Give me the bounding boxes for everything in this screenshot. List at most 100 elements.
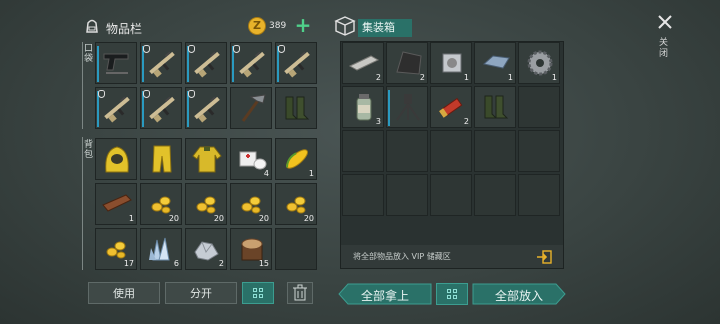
container-slot[interactable] xyxy=(474,86,516,128)
shield-icon xyxy=(188,90,195,98)
backpack-slot[interactable]: 20 xyxy=(275,183,317,225)
item-quantity: 6 xyxy=(173,259,179,268)
rifle-icon xyxy=(100,91,134,125)
shield-icon xyxy=(143,90,150,98)
backpack-slot[interactable] xyxy=(140,138,182,180)
backpack-slot[interactable]: 20 xyxy=(185,183,227,225)
pocket-slot[interactable] xyxy=(275,87,317,129)
pocket-slot[interactable] xyxy=(140,42,182,84)
trash-button[interactable] xyxy=(287,282,313,304)
backpack-slot[interactable]: 2 xyxy=(185,228,227,270)
trash-icon xyxy=(293,284,307,301)
backpack-slot[interactable]: 20 xyxy=(140,183,182,225)
item-quantity: 20 xyxy=(258,214,269,223)
item-quantity: 2 xyxy=(218,259,224,268)
container-slot[interactable] xyxy=(386,86,428,128)
tripod-icon xyxy=(391,90,425,124)
item-quantity: 15 xyxy=(258,259,269,268)
rifle-icon xyxy=(235,46,269,80)
backpack-slot[interactable] xyxy=(275,228,317,270)
container-slot[interactable] xyxy=(518,174,560,216)
item-quantity: 1 xyxy=(507,73,513,82)
container-slot[interactable]: 1 xyxy=(430,42,472,84)
container-slot[interactable]: 2 xyxy=(386,42,428,84)
container-slot[interactable] xyxy=(430,130,472,172)
backpack-slot[interactable]: 15 xyxy=(230,228,272,270)
container-slot[interactable] xyxy=(342,174,384,216)
use-button[interactable]: 使用 xyxy=(88,282,160,304)
container-slot[interactable] xyxy=(474,130,516,172)
container-slot[interactable]: 3 xyxy=(342,86,384,128)
take-all-button[interactable]: 全部拿上 xyxy=(338,283,432,305)
container-slot[interactable] xyxy=(518,86,560,128)
hazmat-helmet-icon xyxy=(100,142,134,176)
grid-icon xyxy=(447,289,457,299)
container-slot[interactable] xyxy=(474,174,516,216)
close-label: 关闭 xyxy=(659,38,669,59)
pocket-label: 口袋 xyxy=(84,44,94,64)
grid-icon xyxy=(253,288,263,298)
shield-icon xyxy=(98,90,105,98)
container-slot[interactable]: 2 xyxy=(342,42,384,84)
item-quantity: 2 xyxy=(463,117,469,126)
put-all-button[interactable]: 全部放入 xyxy=(472,283,566,305)
item-quantity: 1 xyxy=(551,73,557,82)
pocket-slot[interactable] xyxy=(275,42,317,84)
coin-count: 389 xyxy=(269,21,287,31)
item-quantity: 4 xyxy=(263,169,269,178)
hazmat-jacket-icon xyxy=(190,142,224,176)
pocket-slot[interactable] xyxy=(230,42,272,84)
backpack-slot[interactable]: 4 xyxy=(230,138,272,180)
container-slot[interactable]: 2 xyxy=(430,86,472,128)
close-button[interactable]: 关闭 xyxy=(654,12,676,70)
container-slot[interactable] xyxy=(386,174,428,216)
backpack-slot[interactable]: 1 xyxy=(95,183,137,225)
hazmat-pants-icon xyxy=(145,142,179,176)
rifle-icon xyxy=(190,91,224,125)
container-box-icon xyxy=(334,15,356,37)
backpack-slot[interactable]: 6 xyxy=(140,228,182,270)
backpack-slot[interactable] xyxy=(95,138,137,180)
add-coins-button[interactable]: + xyxy=(292,14,314,36)
pocket-slot[interactable] xyxy=(95,87,137,129)
pocket-slot[interactable] xyxy=(185,42,227,84)
item-quantity: 1 xyxy=(128,214,134,223)
container-title: 集装箱 xyxy=(358,19,412,37)
move-to-vip-icon[interactable] xyxy=(535,249,553,264)
item-quantity: 3 xyxy=(375,117,381,126)
axe-hammer-icon xyxy=(235,91,269,125)
container-sort-button[interactable] xyxy=(436,283,468,305)
vip-storage-bar[interactable]: 将全部物品放入 VIP 储藏区 xyxy=(341,245,563,268)
backpack-label: 背包 xyxy=(84,140,94,160)
container-slot[interactable] xyxy=(518,130,560,172)
sort-grid-button[interactable] xyxy=(242,282,274,304)
pocket-slot[interactable] xyxy=(185,87,227,129)
backpack-slot[interactable] xyxy=(185,138,227,180)
pocket-slot[interactable] xyxy=(140,87,182,129)
container-slot[interactable] xyxy=(386,130,428,172)
pocket-slot[interactable] xyxy=(95,42,137,84)
shield-icon xyxy=(278,45,285,53)
item-quantity: 2 xyxy=(375,73,381,82)
item-quantity: 20 xyxy=(213,214,224,223)
item-quantity: 20 xyxy=(303,214,314,223)
durability-bar xyxy=(388,90,390,126)
container-slot[interactable] xyxy=(430,174,472,216)
container-slot[interactable]: 1 xyxy=(518,42,560,84)
coin-icon: Z xyxy=(248,17,266,35)
shield-icon xyxy=(188,45,195,53)
durability-bar xyxy=(97,46,99,82)
put-all-label: 全部放入 xyxy=(494,289,543,303)
split-button[interactable]: 分开 xyxy=(165,282,237,304)
rifle-icon xyxy=(145,91,179,125)
item-quantity: 1 xyxy=(463,73,469,82)
backpack-slot[interactable]: 17 xyxy=(95,228,137,270)
rifle-icon xyxy=(145,46,179,80)
vip-storage-text: 将全部物品放入 VIP 储藏区 xyxy=(353,252,451,261)
container-slot[interactable]: 1 xyxy=(474,42,516,84)
pocket-slot[interactable] xyxy=(230,87,272,129)
backpack-slot[interactable]: 1 xyxy=(275,138,317,180)
container-slot[interactable] xyxy=(342,130,384,172)
backpack-slot[interactable]: 20 xyxy=(230,183,272,225)
item-quantity: 17 xyxy=(123,259,134,268)
